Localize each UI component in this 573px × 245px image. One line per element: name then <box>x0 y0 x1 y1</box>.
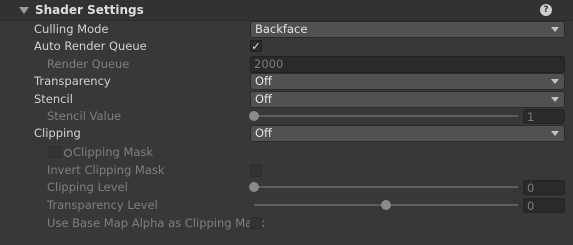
row-auto-render-queue: Auto Render Queue ✓ <box>0 37 573 55</box>
checkmark-icon: ✓ <box>251 39 261 53</box>
stencil-value-number: 1 <box>527 109 535 124</box>
clipping-level-number: 0 <box>527 180 535 195</box>
invert-clipping-mask-checkbox <box>250 165 262 177</box>
row-clipping: Clipping Off <box>0 124 573 142</box>
auto-render-queue-label: Auto Render Queue <box>34 39 147 53</box>
chevron-down-icon <box>551 26 559 32</box>
render-queue-value: 2000 <box>254 57 284 71</box>
row-render-queue: Render Queue 2000 <box>0 55 573 73</box>
stencil-value-field: 1 <box>523 109 565 124</box>
clipping-level-label: Clipping Level <box>47 180 128 194</box>
shader-settings-header[interactable]: Shader Settings ? <box>0 0 573 21</box>
auto-render-queue-checkbox[interactable]: ✓ <box>250 40 262 52</box>
render-queue-field: 2000 <box>250 55 565 73</box>
help-icon[interactable]: ? <box>540 4 552 16</box>
stencil-dropdown[interactable]: Off <box>250 90 565 108</box>
transparency-level-field: 0 <box>523 198 565 213</box>
transparency-label: Transparency <box>34 74 111 88</box>
clipping-dropdown[interactable]: Off <box>250 124 565 142</box>
clipping-mask-label: Clipping Mask <box>73 145 154 159</box>
row-invert-clipping-mask: Invert Clipping Mask <box>0 161 573 179</box>
clipping-mask-thumbnail <box>49 146 61 158</box>
slider-thumb <box>249 182 259 192</box>
transparency-level-slider <box>250 196 520 214</box>
transparency-level-number: 0 <box>527 198 535 213</box>
stencil-value: Off <box>255 92 272 106</box>
use-base-map-alpha-label: Use Base Map Alpha as Clipping Mask <box>47 216 265 230</box>
invert-clipping-mask-label: Invert Clipping Mask <box>47 163 165 177</box>
stencil-value-slider <box>249 107 520 125</box>
row-culling-mode: Culling Mode Backface <box>0 20 573 38</box>
slider-track <box>254 115 518 117</box>
culling-mode-dropdown[interactable]: Backface <box>250 20 565 38</box>
row-stencil: Stencil Off <box>0 90 573 108</box>
transparency-level-label: Transparency Level <box>47 198 158 212</box>
clipping-value: Off <box>255 126 272 140</box>
use-base-map-alpha-checkbox <box>250 217 262 229</box>
stencil-value-label: Stencil Value <box>47 109 122 123</box>
render-queue-label: Render Queue <box>47 57 130 71</box>
section-title: Shader Settings <box>35 3 144 17</box>
row-transparency: Transparency Off <box>0 72 573 90</box>
row-clipping-level: Clipping Level 0 <box>0 178 573 196</box>
culling-mode-label: Culling Mode <box>34 22 109 36</box>
chevron-down-icon <box>551 130 559 136</box>
foldout-arrow-icon[interactable] <box>19 6 29 14</box>
culling-mode-value: Backface <box>255 22 308 36</box>
stencil-label: Stencil <box>34 92 73 106</box>
chevron-down-icon <box>551 96 559 102</box>
row-use-base-map-alpha: Use Base Map Alpha as Clipping Mask <box>0 214 573 232</box>
row-transparency-level: Transparency Level 0 <box>0 196 573 214</box>
transparency-value: Off <box>255 74 272 88</box>
slider-track <box>254 186 518 188</box>
transparency-dropdown[interactable]: Off <box>250 72 565 90</box>
chevron-down-icon <box>551 78 559 84</box>
slider-thumb <box>381 200 391 210</box>
clipping-label: Clipping <box>34 126 81 140</box>
clipping-level-slider <box>249 178 520 196</box>
slider-thumb <box>249 111 259 121</box>
clipping-level-field: 0 <box>523 180 565 195</box>
row-clipping-mask: Clipping Mask <box>0 143 573 161</box>
object-picker-icon <box>64 149 72 157</box>
row-stencil-value: Stencil Value 1 <box>0 107 573 125</box>
